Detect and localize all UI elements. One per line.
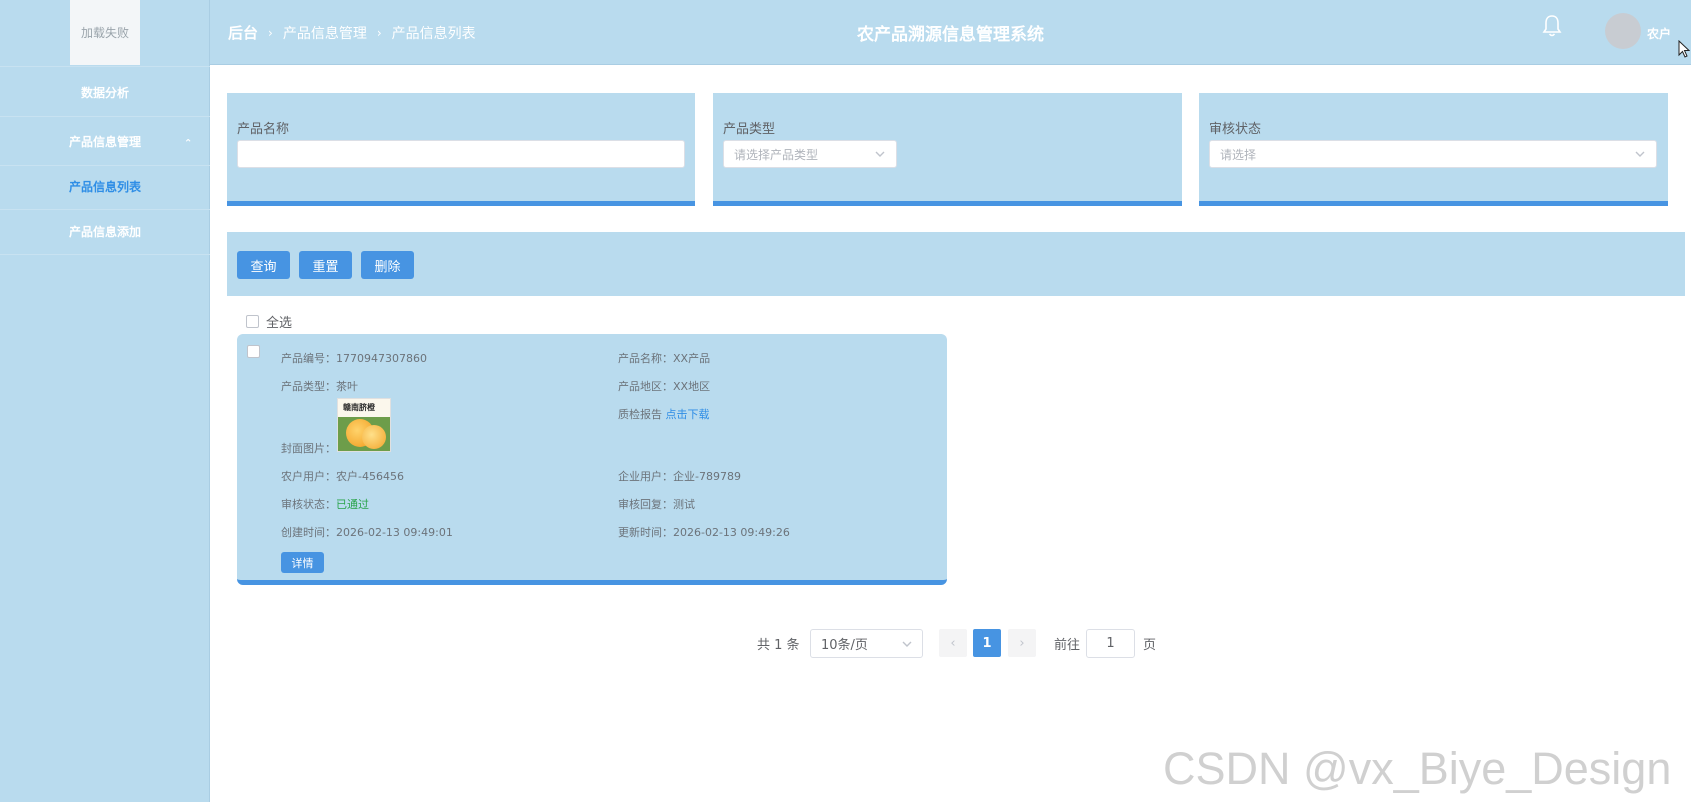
- product-no-value: 1770947307860: [336, 352, 427, 365]
- audit-reply-label: 审核回复：: [618, 498, 673, 511]
- sidebar-item-label: 产品信息添加: [68, 225, 141, 239]
- product-type-value: 茶叶: [336, 380, 358, 393]
- pagination-total: 共 1 条: [757, 637, 800, 653]
- detail-button[interactable]: 详情: [281, 552, 324, 573]
- query-button[interactable]: 查询: [237, 251, 290, 279]
- audit-status-label: 审核状态：: [281, 498, 336, 511]
- audit-status-row: 审核状态：已通过: [281, 496, 369, 512]
- company-user-value: 企业-789789: [673, 470, 741, 483]
- company-user-row: 企业用户：企业-789789: [618, 468, 741, 484]
- farmer-user-row: 农户用户：农户-456456: [281, 468, 404, 484]
- logo-text: 加载失败: [80, 26, 129, 40]
- updated-time-row: 更新时间：2026-02-13 09:49:26: [618, 524, 790, 540]
- product-type-label: 产品类型：: [281, 380, 336, 393]
- product-name-input[interactable]: [237, 140, 685, 168]
- quality-report-row: 质检报告 点击下载: [618, 406, 710, 422]
- audit-reply-value: 测试: [673, 498, 695, 511]
- card-checkbox[interactable]: [247, 345, 260, 358]
- farmer-user-label: 农户用户：: [281, 470, 336, 483]
- filter-label: 审核状态: [1209, 122, 1262, 137]
- system-title: 农产品溯源信息管理系统: [857, 25, 1044, 45]
- mouse-cursor-icon: [1678, 40, 1690, 58]
- filter-label: 产品名称: [237, 122, 290, 137]
- audit-status-select[interactable]: 请选择: [1209, 140, 1657, 168]
- goto-page-input[interactable]: 1: [1086, 629, 1135, 658]
- product-region-label: 产品地区：: [618, 380, 673, 393]
- product-name-value: XX产品: [673, 352, 711, 365]
- page-number-button[interactable]: 1: [973, 629, 1001, 657]
- sidebar-item-product-list[interactable]: 产品信息列表: [0, 164, 210, 209]
- download-report-link[interactable]: 点击下载: [666, 408, 710, 421]
- avatar[interactable]: [1605, 13, 1641, 49]
- action-bar: 查询 重置 删除: [227, 232, 1685, 296]
- watermark: CSDN @vx_Biye_Design: [1163, 743, 1672, 794]
- filter-audit-status: 审核状态 请选择: [1199, 93, 1668, 206]
- sidebar-divider: [0, 254, 210, 255]
- cover-image[interactable]: 赣南脐橙: [337, 398, 391, 452]
- quality-report-label: 质检报告: [618, 408, 666, 421]
- product-name-label: 产品名称：: [618, 352, 673, 365]
- created-time-value: 2026-02-13 09:49:01: [336, 526, 453, 539]
- created-time-row: 创建时间：2026-02-13 09:49:01: [281, 524, 453, 540]
- bell-icon[interactable]: [1541, 14, 1563, 38]
- top-header: 后台 › 产品信息管理 › 产品信息列表 农产品溯源信息管理系统 农户: [210, 0, 1691, 65]
- page-size-value: 10条/页: [821, 638, 868, 653]
- user-name[interactable]: 农户: [1647, 25, 1671, 42]
- updated-time-label: 更新时间：: [618, 526, 673, 539]
- sidebar-item-label: 数据分析: [80, 85, 129, 100]
- status-badge: 已通过: [336, 498, 369, 511]
- product-region-value: XX地区: [673, 380, 711, 393]
- chevron-down-icon: [902, 641, 912, 647]
- product-type-row: 产品类型：茶叶: [281, 378, 358, 394]
- page-suffix: 页: [1143, 637, 1157, 653]
- filter-label: 产品类型: [723, 122, 776, 137]
- select-placeholder: 请选择: [1220, 147, 1257, 162]
- next-page-button[interactable]: ›: [1008, 629, 1036, 657]
- chevron-up-icon: ⌄: [183, 135, 192, 147]
- goto-label: 前往: [1054, 637, 1081, 653]
- sidebar-item-label: 产品信息管理: [68, 134, 141, 149]
- sidebar: 加载失败 数据分析 产品信息管理 ⌄ 产品信息列表 产品信息添加: [0, 0, 210, 802]
- audit-reply-row: 审核回复：测试: [618, 496, 695, 512]
- sidebar-item-label: 产品信息列表: [68, 180, 141, 194]
- product-type-select[interactable]: 请选择产品类型: [723, 140, 897, 168]
- cover-image-text: 赣南脐橙: [343, 403, 375, 412]
- orange-graphic: [362, 425, 386, 449]
- cover-label: 封面图片：: [281, 442, 336, 455]
- chevron-down-icon: [1635, 151, 1645, 157]
- delete-button[interactable]: 删除: [361, 251, 414, 279]
- sidebar-divider: [0, 66, 210, 67]
- sidebar-item-data-analysis[interactable]: 数据分析: [0, 68, 210, 116]
- filter-product-name: 产品名称: [227, 93, 695, 206]
- created-time-label: 创建时间：: [281, 526, 336, 539]
- prev-page-button[interactable]: ‹: [939, 629, 967, 657]
- farmer-user-value: 农户-456456: [336, 470, 404, 483]
- select-placeholder: 请选择产品类型: [734, 147, 819, 162]
- select-all-label: 全选: [266, 316, 293, 331]
- product-region-row: 产品地区：XX地区: [618, 378, 710, 394]
- company-user-label: 企业用户：: [618, 470, 673, 483]
- select-all[interactable]: 全选: [246, 312, 292, 331]
- product-card: 产品编号：1770947307860 产品名称：XX产品 产品类型：茶叶 产品地…: [237, 334, 947, 585]
- product-no-label: 产品编号：: [281, 352, 336, 365]
- sidebar-item-product-add[interactable]: 产品信息添加: [0, 209, 210, 254]
- reset-button[interactable]: 重置: [299, 251, 352, 279]
- sidebar-item-product-management[interactable]: 产品信息管理 ⌄: [0, 117, 210, 165]
- product-name-row: 产品名称：XX产品: [618, 350, 710, 366]
- page-size-select[interactable]: 10条/页: [810, 629, 923, 658]
- chevron-down-icon: [875, 151, 885, 157]
- logo-placeholder: 加载失败: [70, 0, 140, 65]
- select-all-checkbox[interactable]: [246, 315, 259, 328]
- product-no-row: 产品编号：1770947307860: [281, 350, 427, 366]
- updated-time-value: 2026-02-13 09:49:26: [673, 526, 790, 539]
- filter-product-type: 产品类型 请选择产品类型: [713, 93, 1182, 206]
